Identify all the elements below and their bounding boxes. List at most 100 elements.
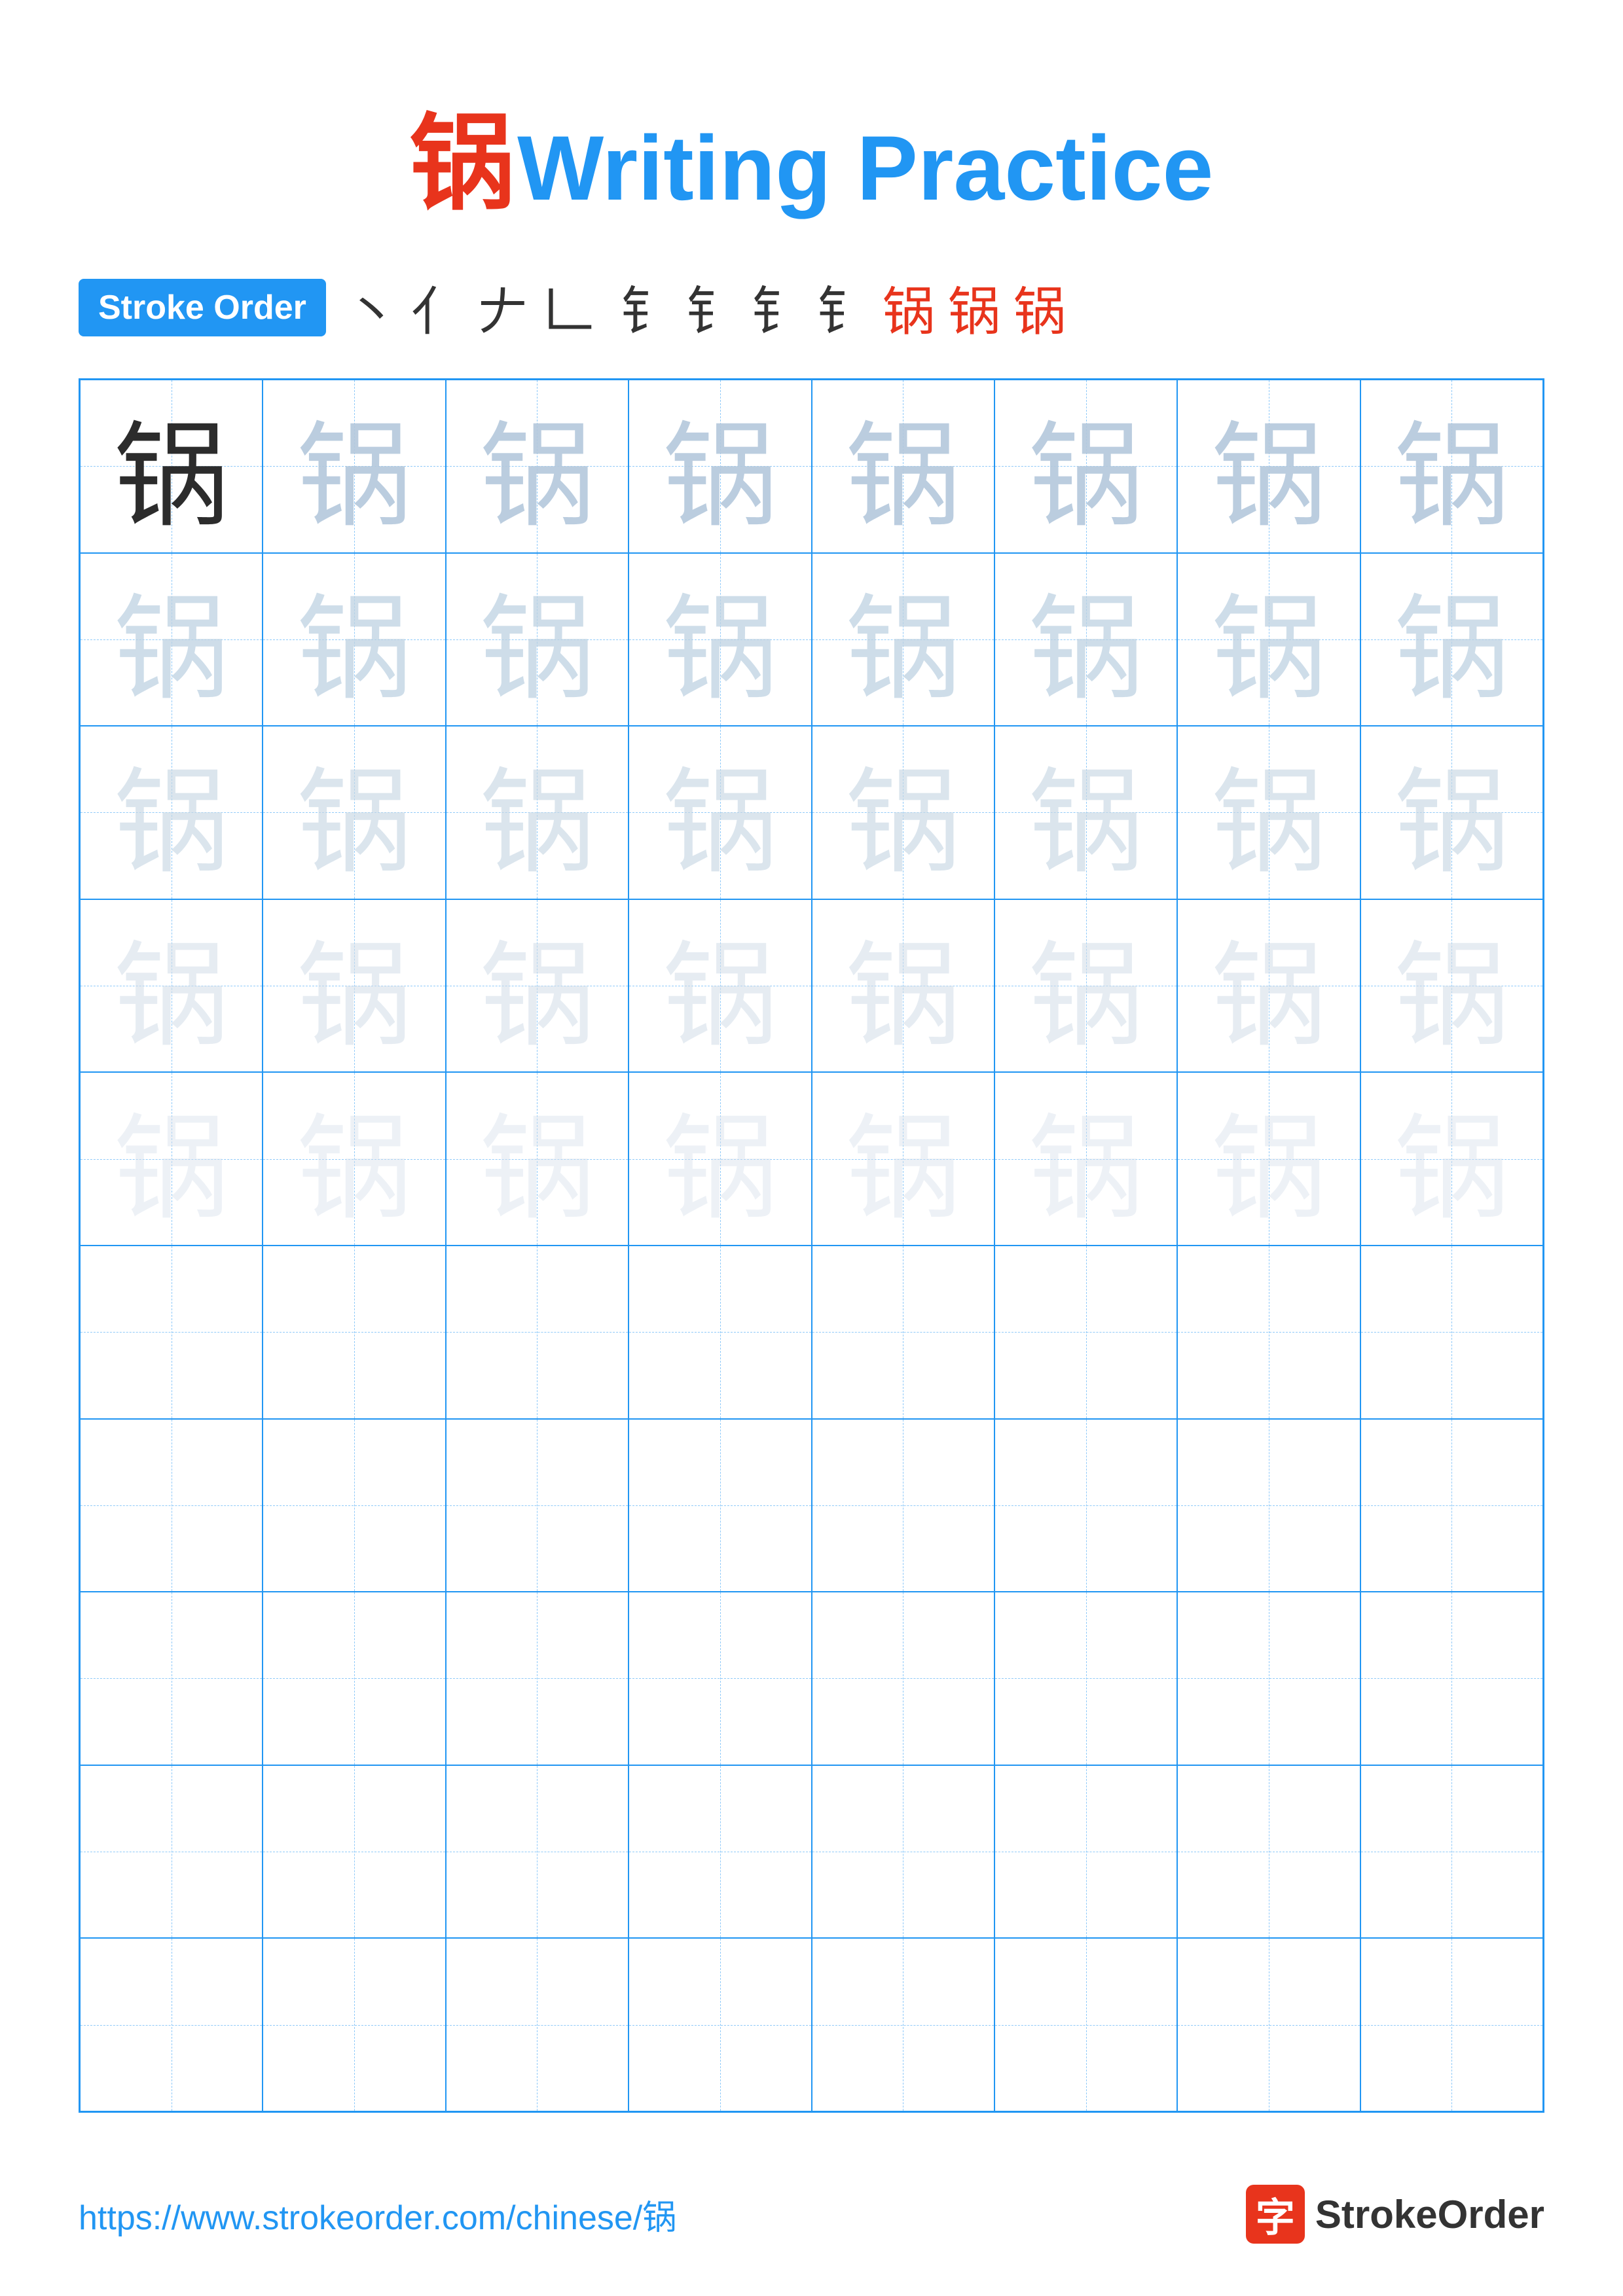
empty-cell[interactable] xyxy=(80,1938,263,2111)
grid-cell[interactable]: 锅 xyxy=(263,380,445,553)
empty-cell[interactable] xyxy=(263,1592,445,1765)
grid-cell[interactable]: 锅 xyxy=(994,726,1177,899)
grid-cell[interactable]: 锅 xyxy=(80,1072,263,1246)
empty-cell[interactable] xyxy=(446,1246,629,1419)
empty-cell[interactable] xyxy=(446,1938,629,2111)
grid-cell[interactable]: 锅 xyxy=(812,1072,994,1246)
grid-cell[interactable]: 锅 xyxy=(263,726,445,899)
empty-cell[interactable] xyxy=(1360,1419,1543,1592)
practice-char: 锅 xyxy=(1395,556,1509,722)
grid-cell[interactable]: 锅 xyxy=(1360,380,1543,553)
grid-cell[interactable]: 锅 xyxy=(446,1072,629,1246)
stroke-order-row: Stroke Order 丶 亻 𠂇 𠃊 𠃎 钅 钅 钅 钅 锅 锅 锅 xyxy=(79,270,1544,346)
practice-char: 锅 xyxy=(1211,903,1326,1069)
empty-cell[interactable] xyxy=(446,1419,629,1592)
empty-cell[interactable] xyxy=(446,1765,629,1939)
title-chinese-char: 锅 xyxy=(410,106,515,223)
grid-cell[interactable]: 锅 xyxy=(446,380,629,553)
grid-cell[interactable]: 锅 xyxy=(446,553,629,726)
grid-cell[interactable]: 锅 xyxy=(629,553,811,726)
grid-cell[interactable]: 锅 xyxy=(80,380,263,553)
practice-char: 锅 xyxy=(846,730,960,895)
practice-char: 锅 xyxy=(1029,384,1143,549)
empty-cell[interactable] xyxy=(812,1765,994,1939)
empty-cell[interactable] xyxy=(629,1765,811,1939)
grid-cell[interactable]: 锅 xyxy=(812,726,994,899)
logo-text: StrokeOrder xyxy=(1315,2192,1544,2237)
grid-cell[interactable]: 锅 xyxy=(629,726,811,899)
empty-cell[interactable] xyxy=(80,1246,263,1419)
empty-cell[interactable] xyxy=(994,1765,1177,1939)
grid-cell[interactable]: 锅 xyxy=(263,1072,445,1246)
grid-cell[interactable]: 锅 xyxy=(812,553,994,726)
empty-cell[interactable] xyxy=(80,1419,263,1592)
footer-url: https://www.strokeorder.com/chinese/锅 xyxy=(79,2190,676,2239)
empty-cell[interactable] xyxy=(629,1592,811,1765)
empty-cell[interactable] xyxy=(1360,1246,1543,1419)
empty-cell[interactable] xyxy=(1177,1592,1360,1765)
grid-cell[interactable]: 锅 xyxy=(629,1072,811,1246)
grid-cell[interactable]: 锅 xyxy=(446,726,629,899)
empty-cell[interactable] xyxy=(994,1592,1177,1765)
grid-cell[interactable]: 锅 xyxy=(812,380,994,553)
empty-cell[interactable] xyxy=(263,1938,445,2111)
practice-char: 锅 xyxy=(663,556,777,722)
empty-cell[interactable] xyxy=(994,1246,1177,1419)
empty-cell[interactable] xyxy=(1360,1765,1543,1939)
grid-cell[interactable]: 锅 xyxy=(1177,380,1360,553)
empty-cell[interactable] xyxy=(994,1419,1177,1592)
grid-cell[interactable]: 锅 xyxy=(629,899,811,1073)
grid-cell[interactable]: 锅 xyxy=(1360,726,1543,899)
empty-cell[interactable] xyxy=(629,1938,811,2111)
empty-cell[interactable] xyxy=(1360,1592,1543,1765)
empty-cell[interactable] xyxy=(812,1938,994,2111)
grid-cell[interactable]: 锅 xyxy=(446,899,629,1073)
grid-cell[interactable]: 锅 xyxy=(80,553,263,726)
practice-char: 锅 xyxy=(846,1076,960,1242)
practice-char: 锅 xyxy=(1211,730,1326,895)
grid-cell[interactable]: 锅 xyxy=(80,726,263,899)
grid-cell[interactable]: 锅 xyxy=(994,1072,1177,1246)
empty-cell[interactable] xyxy=(994,1938,1177,2111)
grid-cell[interactable]: 锅 xyxy=(1177,553,1360,726)
empty-cell[interactable] xyxy=(263,1419,445,1592)
empty-cell[interactable] xyxy=(1177,1419,1360,1592)
empty-cell[interactable] xyxy=(629,1246,811,1419)
grid-cell[interactable]: 锅 xyxy=(1360,553,1543,726)
grid-cell[interactable]: 锅 xyxy=(994,899,1177,1073)
grid-cell[interactable]: 锅 xyxy=(994,553,1177,726)
practice-char: 锅 xyxy=(480,384,594,549)
empty-cell[interactable] xyxy=(1177,1938,1360,2111)
grid-cell[interactable]: 锅 xyxy=(812,899,994,1073)
grid-cell[interactable]: 锅 xyxy=(629,380,811,553)
empty-cell[interactable] xyxy=(812,1419,994,1592)
empty-cell[interactable] xyxy=(629,1419,811,1592)
practice-char: 锅 xyxy=(1395,903,1509,1069)
empty-cell[interactable] xyxy=(263,1765,445,1939)
empty-cell[interactable] xyxy=(1360,1938,1543,2111)
grid-cell[interactable]: 锅 xyxy=(80,899,263,1073)
grid-cell[interactable]: 锅 xyxy=(1360,1072,1543,1246)
empty-cell[interactable] xyxy=(80,1592,263,1765)
stroke-9: 钅 xyxy=(817,270,869,346)
empty-cell[interactable] xyxy=(812,1246,994,1419)
empty-cell[interactable] xyxy=(263,1246,445,1419)
practice-char: 锅 xyxy=(1029,903,1143,1069)
grid-cell[interactable]: 锅 xyxy=(1177,1072,1360,1246)
grid-cell[interactable]: 锅 xyxy=(1360,899,1543,1073)
empty-cell[interactable] xyxy=(80,1765,263,1939)
empty-cell[interactable] xyxy=(1177,1765,1360,1939)
stroke-3: 𠂇 xyxy=(477,270,529,346)
grid-cell[interactable]: 锅 xyxy=(994,380,1177,553)
grid-cell[interactable]: 锅 xyxy=(1177,726,1360,899)
grid-cell[interactable]: 锅 xyxy=(263,899,445,1073)
empty-cell[interactable] xyxy=(812,1592,994,1765)
practice-char: 锅 xyxy=(1029,1076,1143,1242)
grid-cell[interactable]: 锅 xyxy=(263,553,445,726)
practice-char: 锅 xyxy=(480,730,594,895)
practice-char: 锅 xyxy=(1029,556,1143,722)
empty-cell[interactable] xyxy=(446,1592,629,1765)
empty-cell[interactable] xyxy=(1177,1246,1360,1419)
practice-char: 锅 xyxy=(1395,1076,1509,1242)
grid-cell[interactable]: 锅 xyxy=(1177,899,1360,1073)
